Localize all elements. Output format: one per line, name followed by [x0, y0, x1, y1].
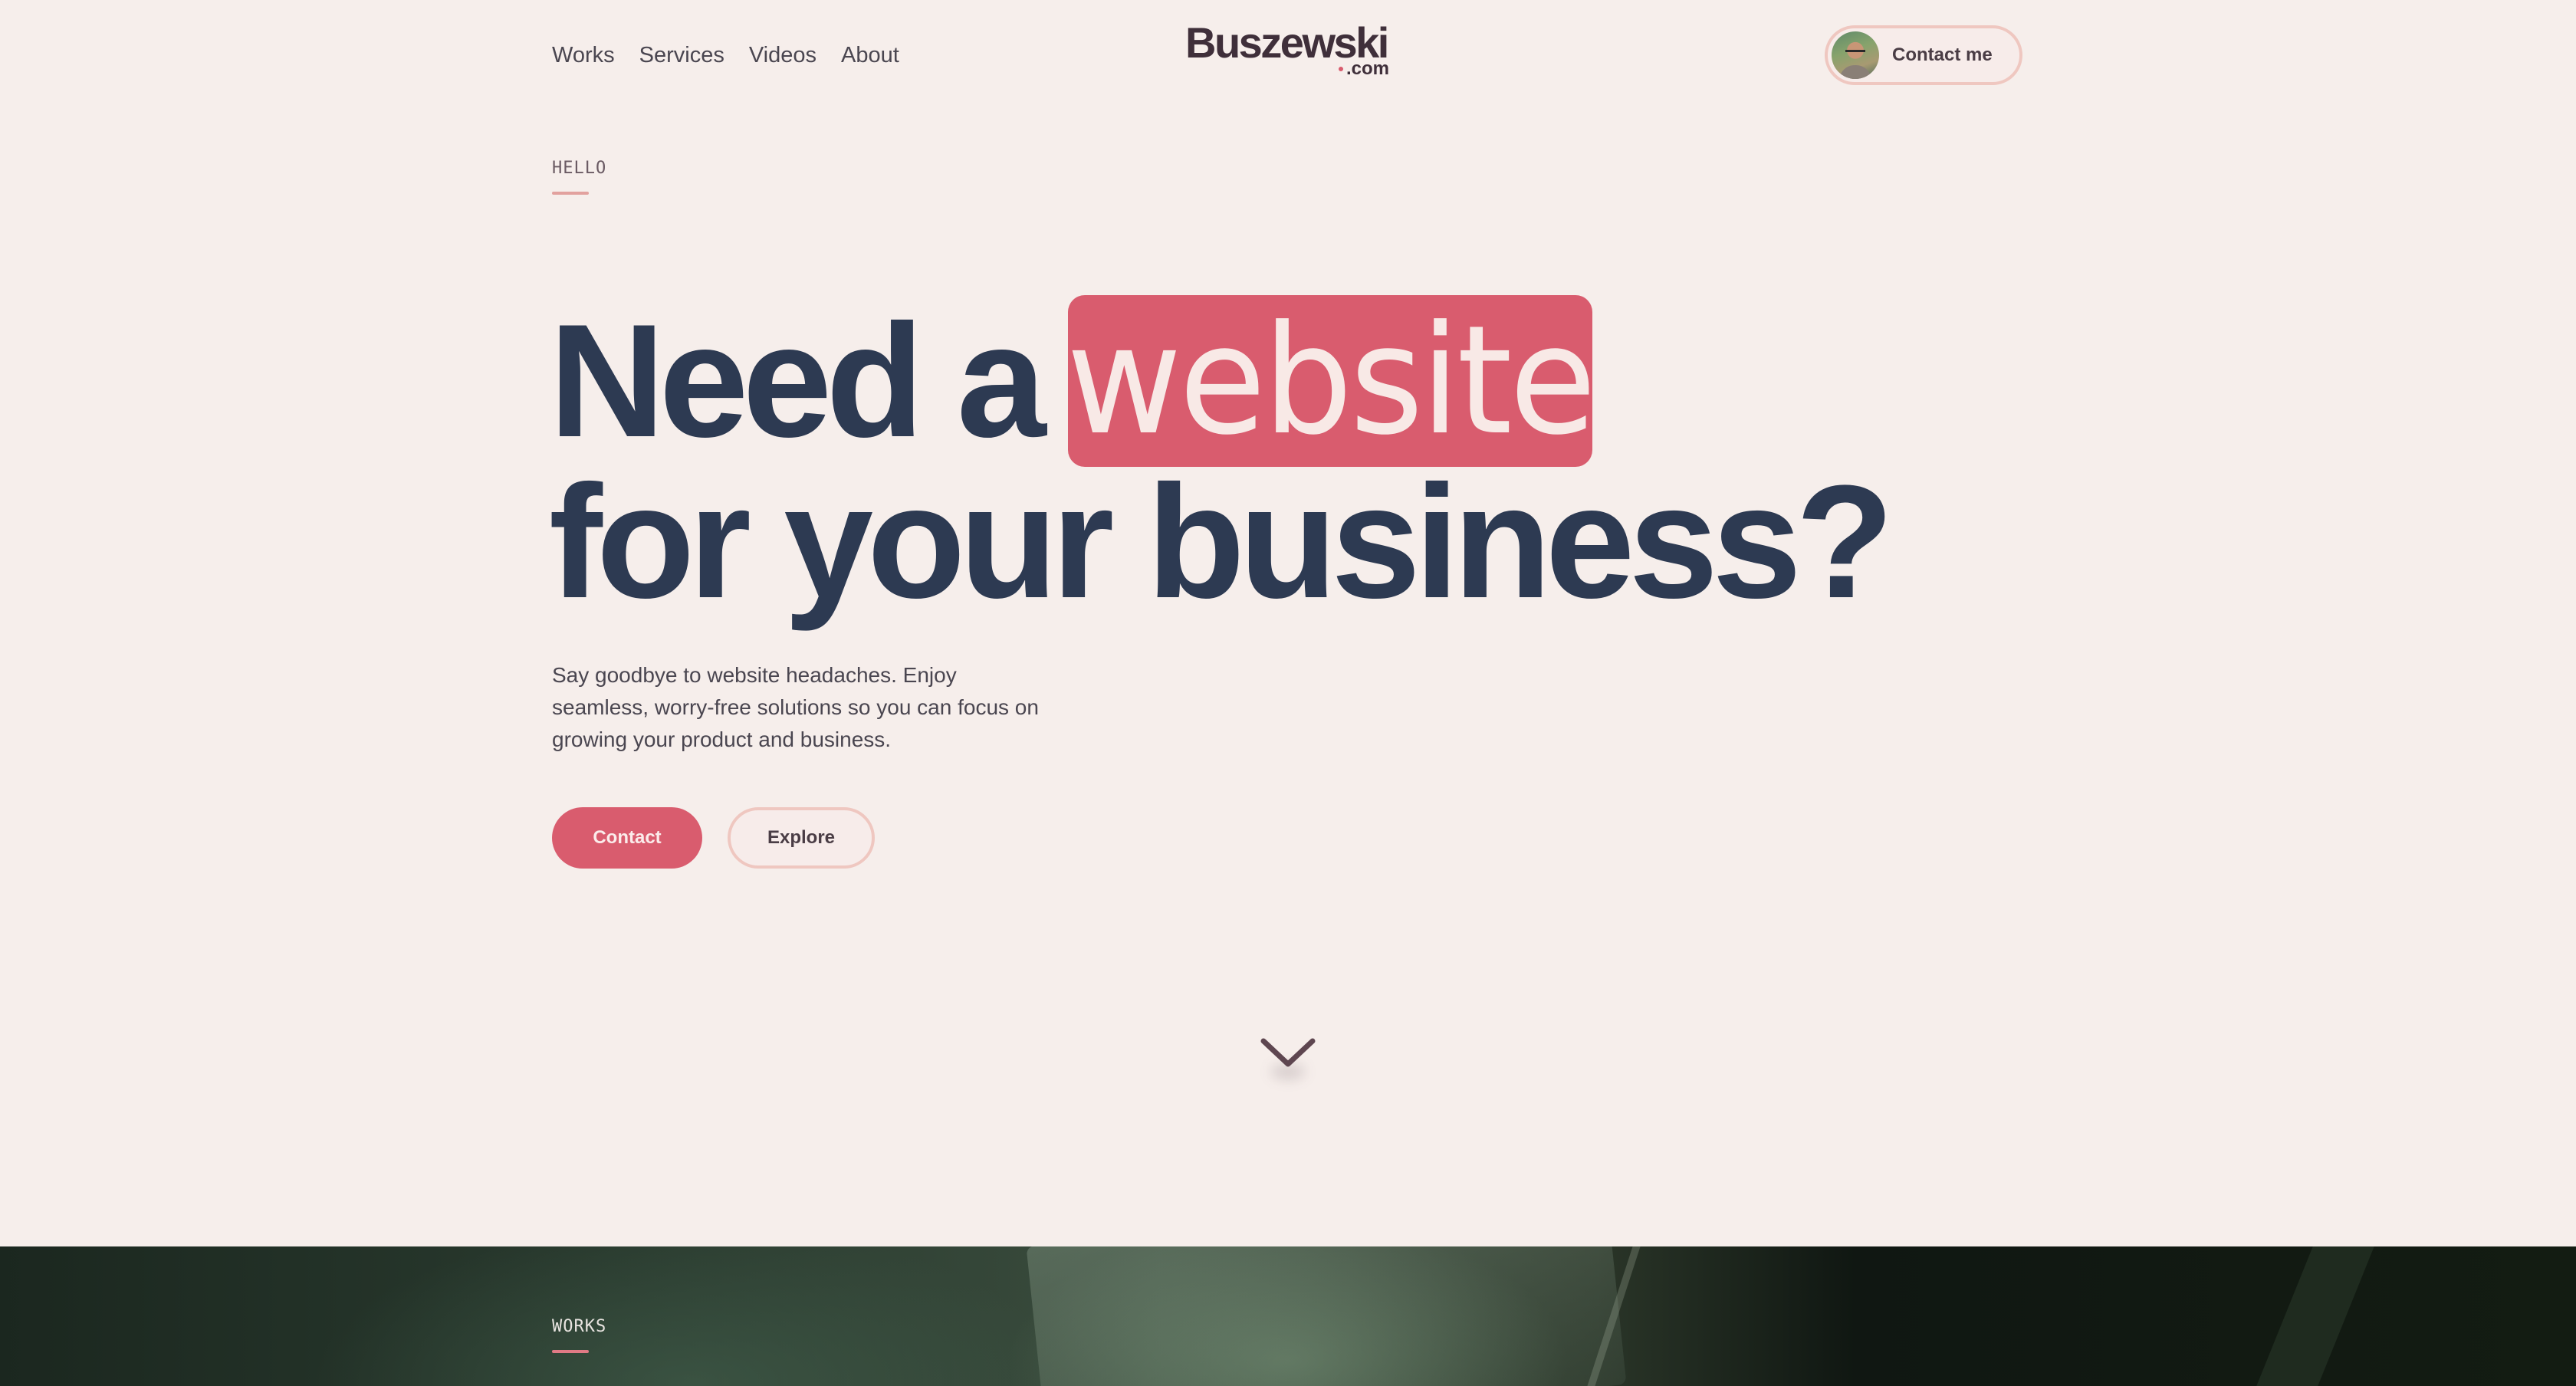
logo-dot-icon [1338, 67, 1343, 71]
logo-domain: .com [1338, 58, 1389, 79]
hero-headline-part1: Need a [549, 291, 1046, 471]
nav-link-about[interactable]: About [841, 40, 899, 71]
site-logo[interactable]: Buszewski .com [1185, 21, 1392, 78]
nav-link-services[interactable]: Services [639, 40, 724, 71]
hero-headline-highlight: website [1066, 294, 1596, 468]
chevron-down-icon [1260, 1038, 1316, 1067]
logo-domain-text: .com [1346, 58, 1389, 79]
works-section: WORKS [0, 1246, 2576, 1386]
site-header: Works Services Videos About Buszewski .c… [0, 0, 2576, 107]
works-eyebrow: WORKS [552, 1317, 607, 1336]
works-background-detail-2 [2256, 1246, 2374, 1386]
header-contact-button[interactable]: Contact me [1825, 25, 2022, 85]
hero-headline-line2: for your business? [549, 452, 1894, 632]
explore-button[interactable]: Explore [728, 807, 875, 869]
page: Works Services Videos About Buszewski .c… [0, 0, 2576, 1386]
hero-eyebrow-underline [552, 192, 589, 195]
nav-link-works[interactable]: Works [552, 40, 615, 71]
avatar [1832, 31, 1879, 79]
works-background-image [1026, 1246, 1627, 1386]
hero-subtext: Say goodbye to website headaches. Enjoy … [552, 663, 1039, 751]
header-contact-label: Contact me [1892, 44, 1993, 65]
hero-eyebrow: HELLO [552, 159, 607, 178]
avatar-shirt [1839, 65, 1871, 79]
works-eyebrow-underline [552, 1350, 589, 1353]
hero-headline-line1: Need a website [549, 291, 1596, 471]
contact-button[interactable]: Contact [552, 807, 702, 869]
scroll-down-button[interactable] [1257, 1027, 1319, 1089]
avatar-glasses [1845, 50, 1865, 56]
nav-link-videos[interactable]: Videos [749, 40, 816, 71]
main-nav: Works Services Videos About [552, 40, 899, 71]
hero-headline-highlight-box: website [1066, 294, 1596, 468]
